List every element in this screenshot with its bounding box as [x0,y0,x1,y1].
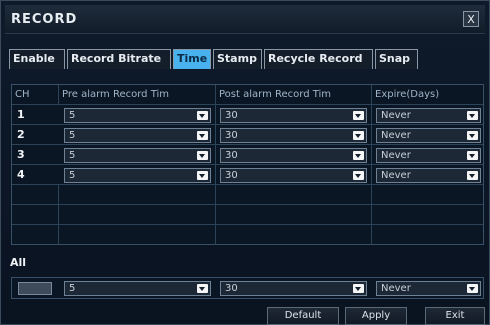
post-alarm-value: 30 [225,110,238,121]
window-title: RECORD [11,12,78,27]
all-expire-select[interactable]: Never [376,281,481,296]
ch-number: 1 [17,108,25,121]
all-pre-alarm-value: 5 [69,283,76,294]
expire-value: Never [381,130,411,141]
tab-enable[interactable]: Enable [9,49,65,69]
post-alarm-value: 30 [225,150,238,161]
expire-select[interactable]: Never [376,128,481,143]
dropdown-arrow-icon[interactable] [467,111,478,120]
header-expire: Expire(Days) [375,89,440,100]
pre-alarm-value: 5 [69,130,76,141]
dropdown-arrow-icon[interactable] [197,111,208,120]
pre-alarm-select[interactable]: 5 [64,108,211,123]
header-post-alarm: Post alarm Record Tim [216,85,372,105]
time-table: CH Pre alarm Record Tim Post alarm Recor… [11,84,484,245]
dropdown-arrow-icon[interactable] [197,171,208,180]
dropdown-arrow-icon[interactable] [467,151,478,160]
table-row: 4 5 30 Never [12,165,483,185]
tab-snap[interactable]: Snap [375,49,418,69]
all-checkbox[interactable] [18,282,52,295]
all-label: All [10,256,27,269]
table-header: CH Pre alarm Record Tim Post alarm Recor… [12,85,483,105]
pre-alarm-select[interactable]: 5 [64,148,211,163]
post-alarm-select[interactable]: 30 [220,128,367,143]
record-window: RECORD X Enable Record Bitrate Time Stam… [0,0,490,325]
tab-stamp[interactable]: Stamp [213,49,262,69]
table-row-empty [12,205,483,225]
table-row-empty [12,225,483,245]
dropdown-arrow-icon[interactable] [353,131,364,140]
dropdown-arrow-icon[interactable] [353,111,364,120]
ch-number: 2 [17,128,25,141]
expire-value: Never [381,170,411,181]
tab-recycle-record[interactable]: Recycle Record [264,49,373,69]
all-post-alarm-select[interactable]: 30 [220,281,367,296]
post-alarm-value: 30 [225,170,238,181]
post-alarm-select[interactable]: 30 [220,108,367,123]
table-row: 3 5 30 Never [12,145,483,165]
all-pre-alarm-select[interactable]: 5 [64,281,211,296]
dropdown-arrow-icon[interactable] [353,151,364,160]
pre-alarm-select[interactable]: 5 [64,168,211,183]
table-row: 2 5 30 Never [12,125,483,145]
dropdown-arrow-icon[interactable] [197,131,208,140]
post-alarm-select[interactable]: 30 [220,168,367,183]
exit-button[interactable]: Exit [425,307,485,325]
default-button[interactable]: Default [267,307,339,325]
dropdown-arrow-icon[interactable] [353,284,364,293]
all-row: 5 30 Never [11,277,484,299]
expire-select[interactable]: Never [376,108,481,123]
dropdown-arrow-icon[interactable] [467,171,478,180]
all-expire-value: Never [381,283,411,294]
dropdown-arrow-icon[interactable] [353,171,364,180]
pre-alarm-value: 5 [69,150,76,161]
header-ch: CH [12,85,59,105]
table-row-empty [12,185,483,205]
post-alarm-value: 30 [225,130,238,141]
header-pre-alarm: Pre alarm Record Tim [59,85,216,105]
pre-alarm-select[interactable]: 5 [64,128,211,143]
dropdown-arrow-icon[interactable] [467,284,478,293]
all-post-alarm-value: 30 [225,283,238,294]
dropdown-arrow-icon[interactable] [197,151,208,160]
dropdown-arrow-icon[interactable] [467,131,478,140]
pre-alarm-value: 5 [69,110,76,121]
post-alarm-select[interactable]: 30 [220,148,367,163]
expire-select[interactable]: Never [376,148,481,163]
dropdown-arrow-icon[interactable] [197,284,208,293]
ch-number: 4 [17,168,25,181]
title-bar: RECORD X [5,5,485,34]
table-row: 1 5 30 Never [12,105,483,125]
pre-alarm-value: 5 [69,170,76,181]
ch-number: 3 [17,148,25,161]
tab-record-bitrate[interactable]: Record Bitrate [67,49,171,69]
expire-select[interactable]: Never [376,168,481,183]
expire-value: Never [381,150,411,161]
close-button[interactable]: X [463,11,479,27]
apply-button[interactable]: Apply [345,307,407,325]
expire-value: Never [381,110,411,121]
tab-time[interactable]: Time [173,49,211,69]
